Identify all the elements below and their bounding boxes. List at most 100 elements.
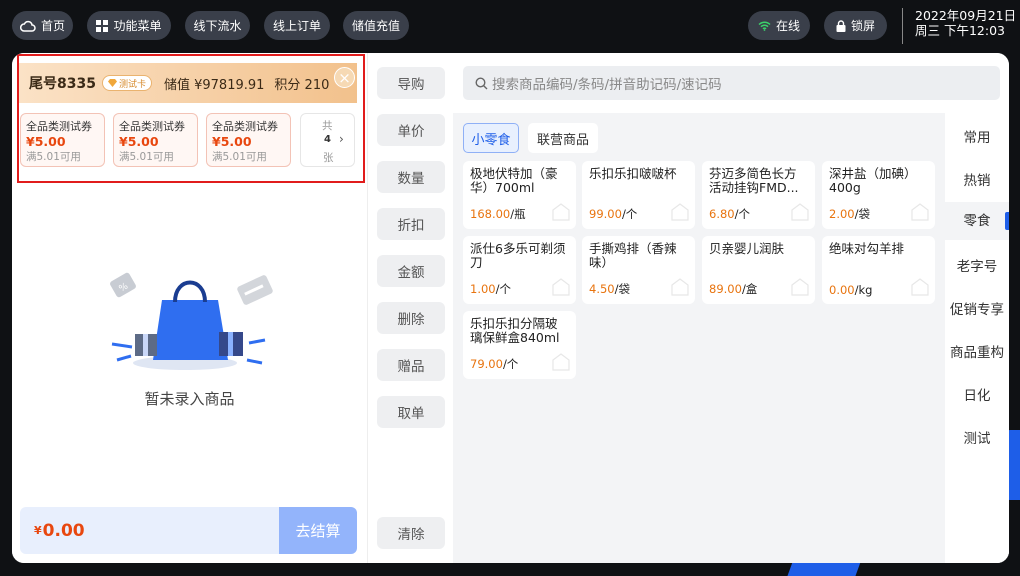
search-icon (475, 76, 488, 89)
tag-watermark-icon (911, 203, 929, 221)
product-name: 贝亲婴儿润肤 (709, 242, 785, 256)
tag-watermark-icon (671, 278, 689, 296)
product-price-value: 89.00 (709, 282, 742, 296)
unit-price-label: 单价 (397, 124, 425, 140)
guide-button[interactable]: 导购 (377, 67, 445, 99)
product-card[interactable]: 绝味对勾羊排 0.00/kg (822, 236, 935, 304)
product-price-value: 4.50 (589, 282, 615, 296)
product-name: 芬迈多简色长方活动挂钩FMD... (709, 167, 799, 195)
category-label: 零食 (963, 213, 991, 229)
delete-button[interactable]: 删除 (377, 302, 445, 334)
clear-label: 清除 (397, 527, 425, 543)
empty-cart-text: 暂未录入商品 (144, 390, 235, 408)
chip-snacks[interactable]: 小零食 (463, 123, 519, 153)
category-label: 常用 (963, 130, 991, 146)
discount-button[interactable]: 折扣 (377, 208, 445, 240)
product-card[interactable]: 深井盐（加碘）400g 2.00/袋 (822, 161, 935, 229)
product-card[interactable]: 芬迈多简色长方活动挂钩FMD... 6.80/个 (702, 161, 815, 229)
product-card[interactable]: 极地伏特加（豪华）700ml 168.00/瓶 (463, 161, 576, 229)
product-unit: /个 (621, 207, 638, 221)
category-sidebar: 常用 热销 零食 老字号 促销专享 商品重构 日化 测试 (945, 113, 1009, 563)
chip-joint-goods-label: 联营商品 (536, 132, 589, 148)
product-name: 乐扣乐扣啵啵杯 (589, 167, 677, 181)
lock-screen-label: 锁屏 (850, 19, 875, 33)
category-label: 促销专享 (950, 302, 1004, 318)
product-unit: /袋 (614, 282, 630, 296)
category-snacks[interactable]: 零食 (945, 202, 1009, 240)
checkout-button[interactable]: 去结算 (279, 507, 357, 554)
category-test[interactable]: 测试 (945, 427, 1009, 447)
highlight-box (17, 54, 365, 183)
background-decoration-bottom (787, 562, 861, 576)
recharge-button[interactable]: 储值充值 (343, 11, 409, 40)
function-menu-button[interactable]: 功能菜单 (87, 11, 171, 40)
recharge-label: 储值充值 (351, 19, 400, 33)
action-column: 导购 单价 数量 折扣 金额 删除 赠品 取单 清除 (367, 53, 453, 563)
product-price: 0.00/kg (829, 283, 872, 297)
category-promotion[interactable]: 促销专享 (945, 298, 1009, 318)
product-name: 手撕鸡排（香辣味） (589, 242, 677, 270)
product-name: 极地伏特加（豪华）700ml (470, 167, 558, 195)
product-price-value: 0.00 (829, 283, 855, 297)
product-card[interactable]: 手撕鸡排（香辣味） 4.50/袋 (582, 236, 695, 304)
unit-price-button[interactable]: 单价 (377, 114, 445, 146)
product-unit: /瓶 (510, 207, 526, 221)
tag-watermark-icon (791, 203, 809, 221)
lock-screen-button[interactable]: 锁屏 (824, 11, 887, 40)
product-price-value: 99.00 (589, 207, 622, 221)
product-card[interactable]: 贝亲婴儿润肤 89.00/盒 (702, 236, 815, 304)
product-price: 4.50/袋 (589, 281, 630, 297)
category-label: 热销 (963, 173, 991, 189)
category-product-rebuild[interactable]: 商品重构 (945, 341, 1009, 361)
product-card[interactable]: 乐扣乐扣啵啵杯 99.00/个 (582, 161, 695, 229)
product-name: 乐扣乐扣分隔玻璃保鲜盒840ml (470, 317, 560, 345)
search-placeholder: 搜索商品编码/条码/拼音助记码/速记码 (492, 77, 722, 93)
product-unit: /kg (854, 283, 873, 297)
product-price: 2.00/袋 (829, 206, 870, 222)
chip-joint-goods[interactable]: 联营商品 (528, 123, 598, 153)
main-panel: 尾号8335 测试卡 储值 ¥97819.91 积分 210 × 全品类测试券 … (12, 53, 1009, 563)
home-button[interactable]: 首页 (12, 11, 73, 40)
product-unit: /袋 (854, 207, 870, 221)
product-name: 深井盐（加碘）400g (829, 167, 917, 195)
cart-panel: 尾号8335 测试卡 储值 ¥97819.91 积分 210 × 全品类测试券 … (12, 53, 367, 563)
category-hot[interactable]: 热销 (945, 169, 1009, 189)
chip-snacks-label: 小零食 (471, 132, 511, 148)
category-daily-chemicals[interactable]: 日化 (945, 384, 1009, 404)
online-order-button[interactable]: 线上订单 (264, 11, 330, 40)
tag-watermark-icon (552, 353, 570, 371)
product-price: 79.00/个 (470, 356, 518, 372)
empty-cart-illustration: % (107, 268, 277, 377)
clock-date: 2022年09月21日 (915, 8, 1017, 23)
product-price: 99.00/个 (589, 206, 637, 222)
online-status-button[interactable]: 在线 (748, 11, 810, 40)
currency-symbol: ¥ (34, 524, 42, 537)
discount-label: 折扣 (397, 218, 425, 234)
amount-button[interactable]: 金额 (377, 255, 445, 287)
offline-flow-button[interactable]: 线下流水 (185, 11, 250, 40)
delete-label: 删除 (397, 312, 425, 328)
category-label: 日化 (963, 388, 991, 404)
category-label: 测试 (963, 431, 991, 447)
gift-button[interactable]: 赠品 (377, 349, 445, 381)
clock: 2022年09月21日 周三 下午12:03 (902, 8, 1016, 44)
product-price-value: 168.00 (470, 207, 511, 221)
product-unit: /盒 (741, 282, 758, 296)
product-unit: /个 (734, 207, 750, 221)
online-status-label: 在线 (775, 19, 800, 33)
retrieve-order-button[interactable]: 取单 (377, 396, 445, 428)
category-old-brand[interactable]: 老字号 (945, 255, 1009, 275)
search-box[interactable]: 搜索商品编码/条码/拼音助记码/速记码 (463, 66, 1000, 100)
product-card[interactable]: 乐扣乐扣分隔玻璃保鲜盒840ml 79.00/个 (463, 311, 576, 379)
product-card[interactable]: 派仕6多乐可剃须刀 1.00/个 (463, 236, 576, 304)
product-price-value: 1.00 (470, 282, 496, 296)
product-price: 89.00/盒 (709, 281, 757, 297)
gift-label: 赠品 (397, 359, 425, 375)
clear-button[interactable]: 清除 (377, 517, 445, 549)
quantity-button[interactable]: 数量 (377, 161, 445, 193)
category-common[interactable]: 常用 (945, 126, 1009, 146)
offline-flow-label: 线下流水 (193, 19, 242, 33)
product-name: 绝味对勾羊排 (829, 242, 905, 256)
online-order-label: 线上订单 (272, 19, 321, 33)
tag-watermark-icon (791, 278, 809, 296)
